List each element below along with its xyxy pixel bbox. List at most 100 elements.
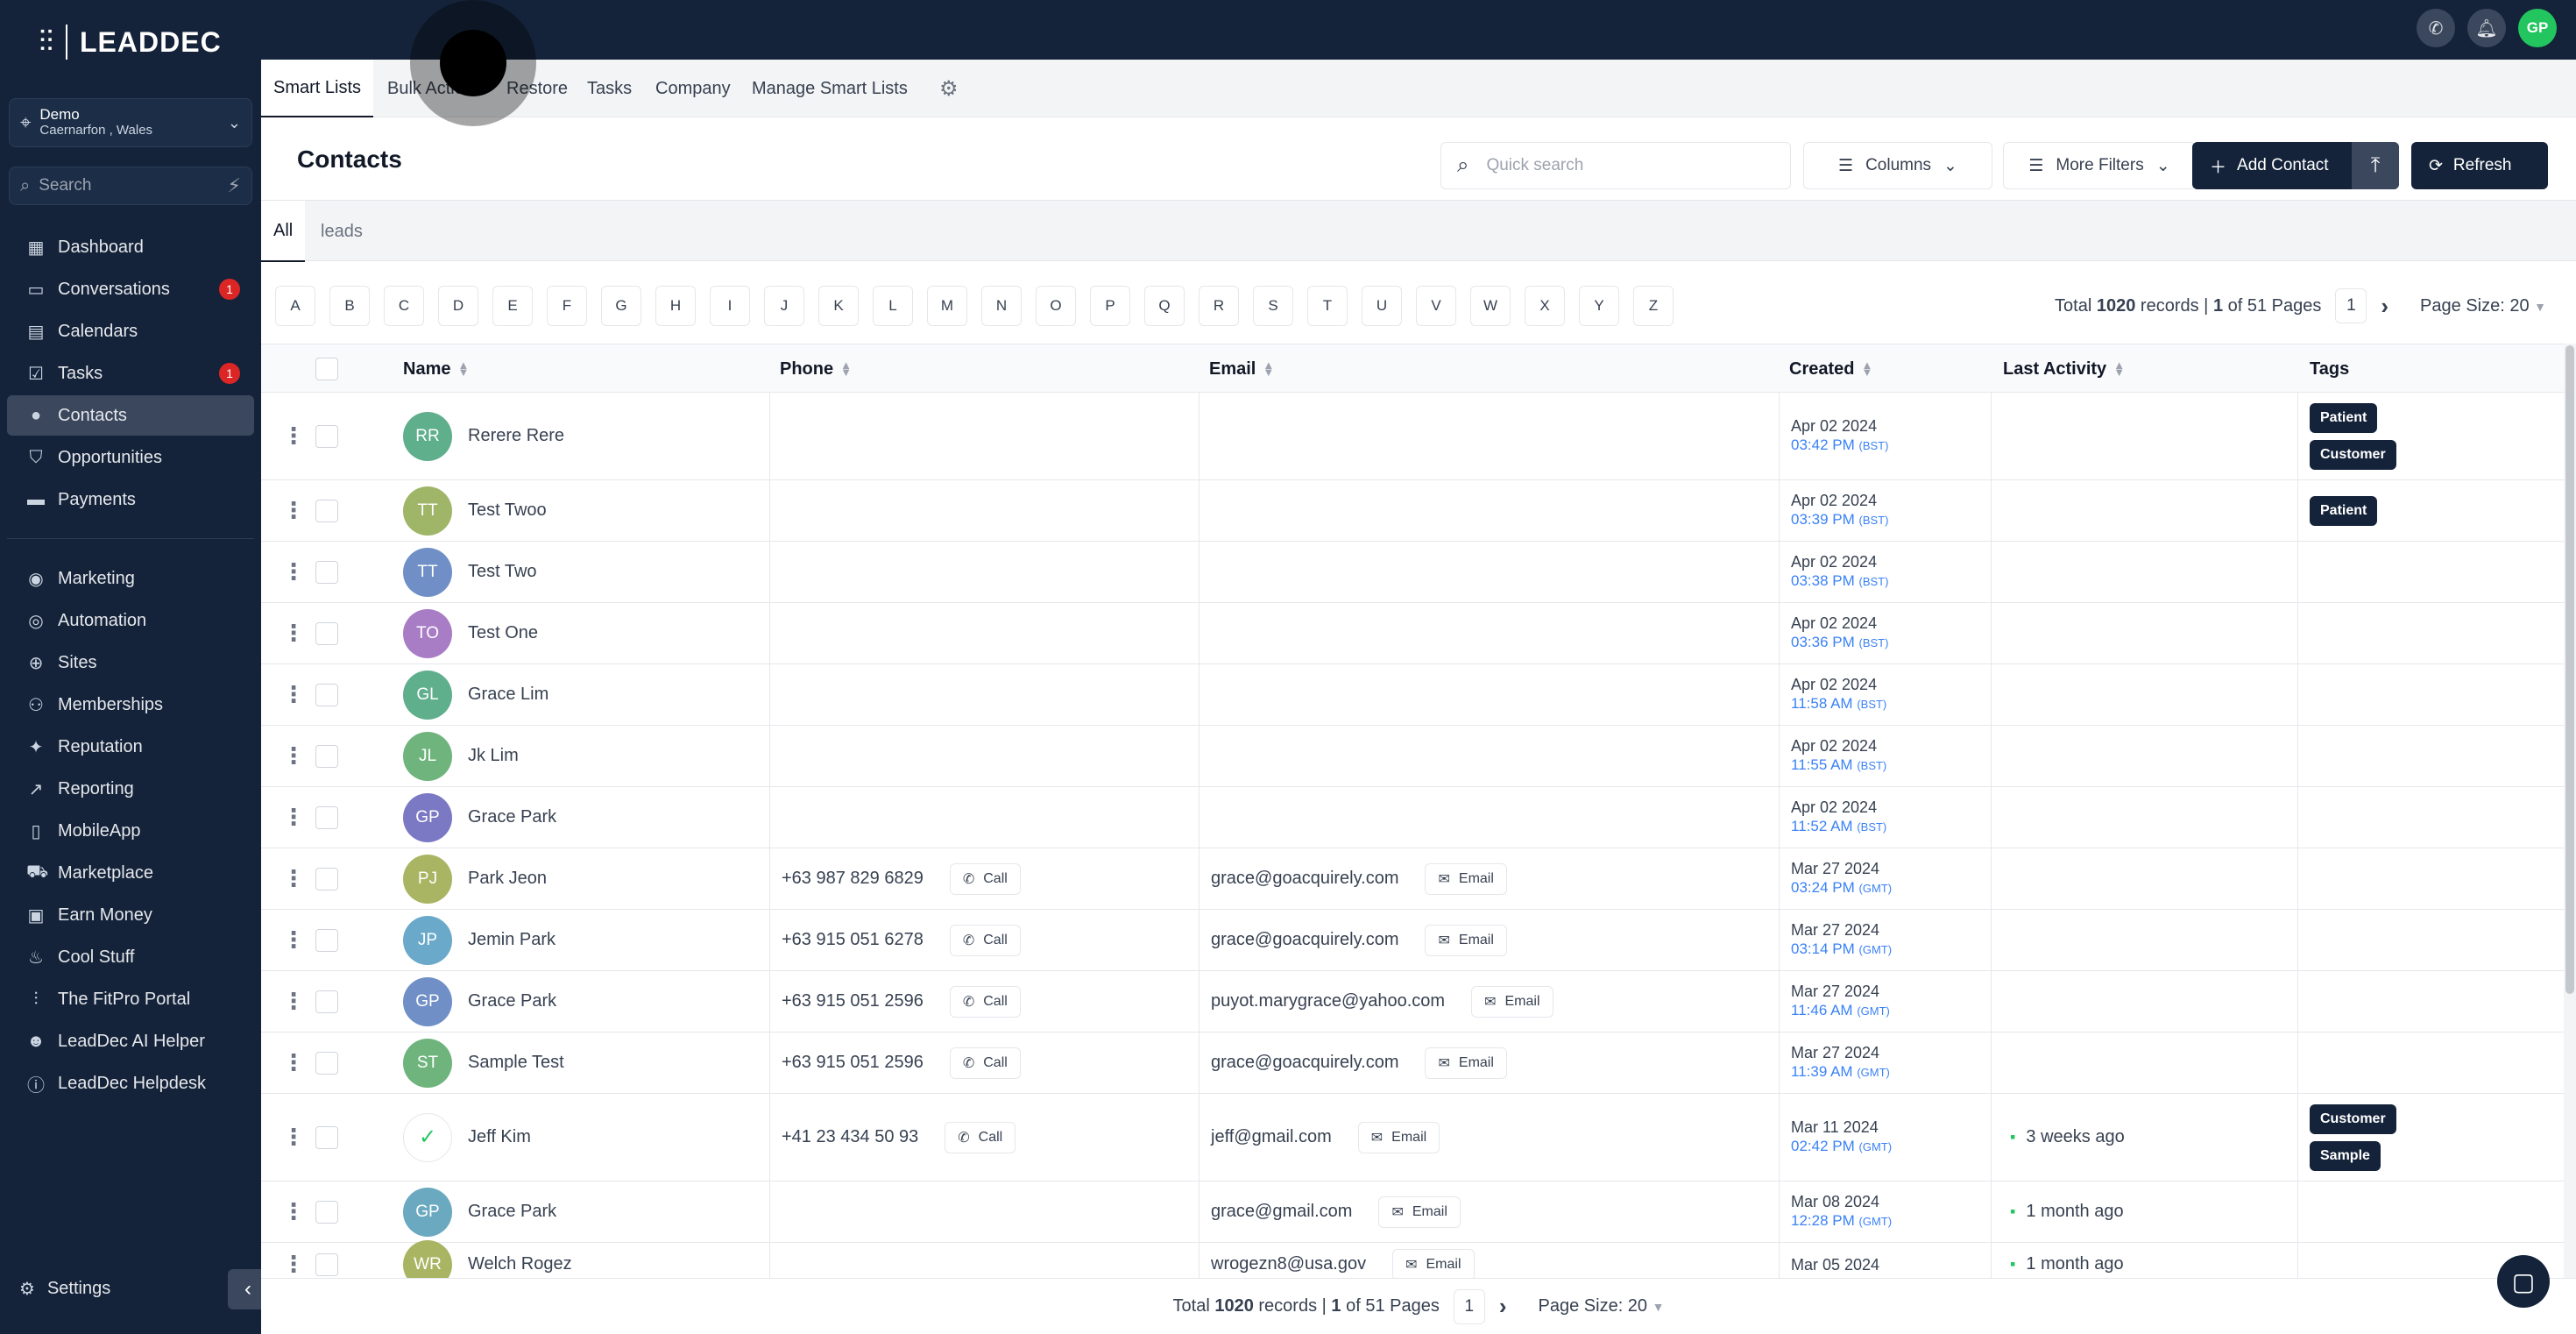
contact-name[interactable]: Grace Park (468, 807, 556, 827)
table-scrollbar-thumb[interactable] (2565, 345, 2574, 994)
settings-link[interactable]: ⚙ Settings (19, 1278, 110, 1300)
sidebar-item-reputation[interactable]: ✦ Reputation (7, 727, 254, 767)
sidebar-item-sites[interactable]: ⊕ Sites (7, 642, 254, 683)
letter-filter-r[interactable]: R (1199, 286, 1239, 326)
sidebar-item-tasks[interactable]: ☑ Tasks 1 (7, 353, 254, 394)
call-button[interactable]: ✆ Call (949, 985, 1021, 1018)
bolt-icon[interactable]: ⚡ (228, 174, 241, 197)
contact-name[interactable]: Welch Rogez (468, 1254, 572, 1274)
sidebar-item-leaddec-helpdesk[interactable]: ⓘ LeadDec Helpdesk (7, 1063, 254, 1103)
table-row[interactable]: ⋮ TO Test One Apr 02 2024 03:36 PM (BST) (261, 603, 2564, 664)
subtab-all[interactable]: All (261, 201, 306, 262)
logo[interactable]: ⫶⫶ LEADDEC (39, 25, 222, 60)
table-row[interactable]: ⋮ RR Rerere Rere Apr 02 2024 03:42 PM (BST) P… (261, 393, 2564, 480)
sidebar-item-conversations[interactable]: ▭ Conversations 1 (7, 269, 254, 309)
letter-filter-b[interactable]: B (329, 286, 370, 326)
page-number-input[interactable]: 1 (2335, 288, 2367, 323)
contact-name[interactable]: Test Twoo (468, 500, 547, 521)
sidebar-item-cool-stuff[interactable]: ♨ Cool Stuff (7, 937, 254, 977)
col-phone[interactable]: Phone ▲ ▼ (780, 344, 852, 394)
letter-filter-a[interactable]: A (275, 286, 315, 326)
tab-company[interactable]: Company (643, 60, 743, 117)
email-button[interactable]: ✉ Email (1392, 1248, 1475, 1281)
letter-filter-w[interactable]: W (1470, 286, 1511, 326)
letter-filter-q[interactable]: Q (1144, 286, 1185, 326)
letter-filter-n[interactable]: N (981, 286, 1022, 326)
row-menu-icon[interactable]: ⋮ (282, 497, 305, 524)
table-row[interactable]: ⋮ GP Grace Park grace@gmail.com ✉ Email Mar 08… (261, 1181, 2564, 1243)
table-row[interactable]: ⋮ TT Test Twoo Apr 02 2024 03:39 PM (BST) Pat… (261, 480, 2564, 542)
contact-name[interactable]: Grace Park (468, 1202, 556, 1222)
call-button[interactable]: ✆ Call (949, 924, 1021, 956)
contact-name[interactable]: Test Two (468, 562, 537, 582)
call-button[interactable]: ✆ Call (945, 1121, 1016, 1153)
letter-filter-p[interactable]: P (1090, 286, 1130, 326)
user-avatar[interactable]: GP (2518, 9, 2557, 47)
email-button[interactable]: ✉ Email (1425, 924, 1507, 956)
letter-filter-m[interactable]: M (927, 286, 967, 326)
row-menu-icon[interactable]: ⋮ (282, 988, 305, 1015)
gear-icon[interactable]: ⚙ (927, 60, 971, 117)
row-checkbox[interactable] (315, 560, 338, 584)
chat-widget-icon[interactable]: ▢ (2497, 1255, 2550, 1308)
email-button[interactable]: ✉ Email (1471, 985, 1553, 1018)
email-button[interactable]: ✉ Email (1378, 1196, 1461, 1228)
sidebar-item-marketplace[interactable]: ⛟ Marketplace (7, 853, 254, 893)
table-row[interactable]: ⋮ ✓ Jeff Kim +41 23 434 50 93 ✆ Call jeff@gmai… (261, 1094, 2564, 1181)
email-button[interactable]: ✉ Email (1425, 862, 1507, 895)
row-checkbox[interactable] (315, 499, 338, 522)
tab-manage-smart-lists[interactable]: Manage Smart Lists (740, 60, 920, 117)
phone-icon[interactable]: ✆ (2417, 9, 2455, 47)
contact-name[interactable]: Sample Test (468, 1053, 564, 1073)
row-checkbox[interactable] (315, 1125, 338, 1149)
call-button[interactable]: ✆ Call (949, 862, 1021, 895)
letter-filter-u[interactable]: U (1362, 286, 1402, 326)
row-menu-icon[interactable]: ⋮ (282, 558, 305, 585)
sidebar-item-the-fitpro-portal[interactable]: ⫶ The FitPro Portal (7, 979, 254, 1019)
sidebar-item-opportunities[interactable]: ⛉ Opportunities (7, 437, 254, 478)
sidebar-item-mobileapp[interactable]: ▯ MobileApp (7, 811, 254, 851)
col-email[interactable]: Email ▲ ▼ (1209, 344, 1274, 394)
row-menu-icon[interactable]: ⋮ (282, 1049, 305, 1076)
tag-badge[interactable]: Patient (2310, 402, 2378, 433)
table-row[interactable]: ⋮ JP Jemin Park +63 915 051 6278 ✆ Call grace@… (261, 910, 2564, 971)
more-filters-button[interactable]: ☰ More Filters ⌄ (2003, 142, 2196, 189)
sidebar-item-payments[interactable]: ▬ Payments (7, 479, 254, 520)
import-icon[interactable]: ⤒ (2352, 142, 2399, 189)
email-button[interactable]: ✉ Email (1425, 1047, 1507, 1079)
sidebar-item-memberships[interactable]: ⚇ Memberships (7, 685, 254, 725)
row-menu-icon[interactable]: ⋮ (282, 804, 305, 831)
email-button[interactable]: ✉ Email (1357, 1121, 1440, 1153)
contact-name[interactable]: Park Jeon (468, 869, 547, 889)
row-checkbox[interactable] (315, 683, 338, 706)
letter-filter-f[interactable]: F (547, 286, 587, 326)
row-checkbox[interactable] (315, 990, 338, 1013)
row-checkbox[interactable] (315, 744, 338, 768)
row-menu-icon[interactable]: ⋮ (282, 681, 305, 708)
tag-badge[interactable]: Customer (2310, 439, 2396, 470)
letter-filter-e[interactable]: E (492, 286, 533, 326)
row-checkbox[interactable] (315, 1051, 338, 1075)
row-checkbox[interactable] (315, 867, 338, 891)
letter-filter-g[interactable]: G (601, 286, 641, 326)
table-row[interactable]: ⋮ TT Test Two Apr 02 2024 03:38 PM (BST) (261, 542, 2564, 603)
contact-name[interactable]: Test One (468, 623, 538, 643)
quick-search[interactable]: ⌕ (1440, 142, 1791, 189)
row-checkbox[interactable] (315, 621, 338, 645)
row-checkbox[interactable] (315, 928, 338, 952)
row-checkbox[interactable] (315, 805, 338, 829)
sidebar-item-dashboard[interactable]: ▦ Dashboard (7, 227, 254, 267)
letter-filter-v[interactable]: V (1416, 286, 1456, 326)
contact-name[interactable]: Grace Park (468, 991, 556, 1011)
letter-filter-s[interactable]: S (1253, 286, 1293, 326)
page-size-select[interactable]: Page Size: 20 ▼ (2420, 296, 2546, 316)
call-button[interactable]: ✆ Call (949, 1047, 1021, 1079)
quick-search-input[interactable] (1486, 156, 1750, 175)
table-row[interactable]: ⋮ GP Grace Park +63 915 051 2596 ✆ Call puyot.… (261, 971, 2564, 1032)
row-menu-icon[interactable]: ⋮ (282, 742, 305, 770)
col-last-activity[interactable]: Last Activity ▲ ▼ (2003, 344, 2125, 394)
row-menu-icon[interactable]: ⋮ (282, 620, 305, 647)
contact-name[interactable]: Grace Lim (468, 685, 548, 705)
col-created[interactable]: Created ▲ ▼ (1789, 344, 1872, 394)
sidebar-search[interactable]: ⌕ Search ⚡ (9, 167, 252, 205)
